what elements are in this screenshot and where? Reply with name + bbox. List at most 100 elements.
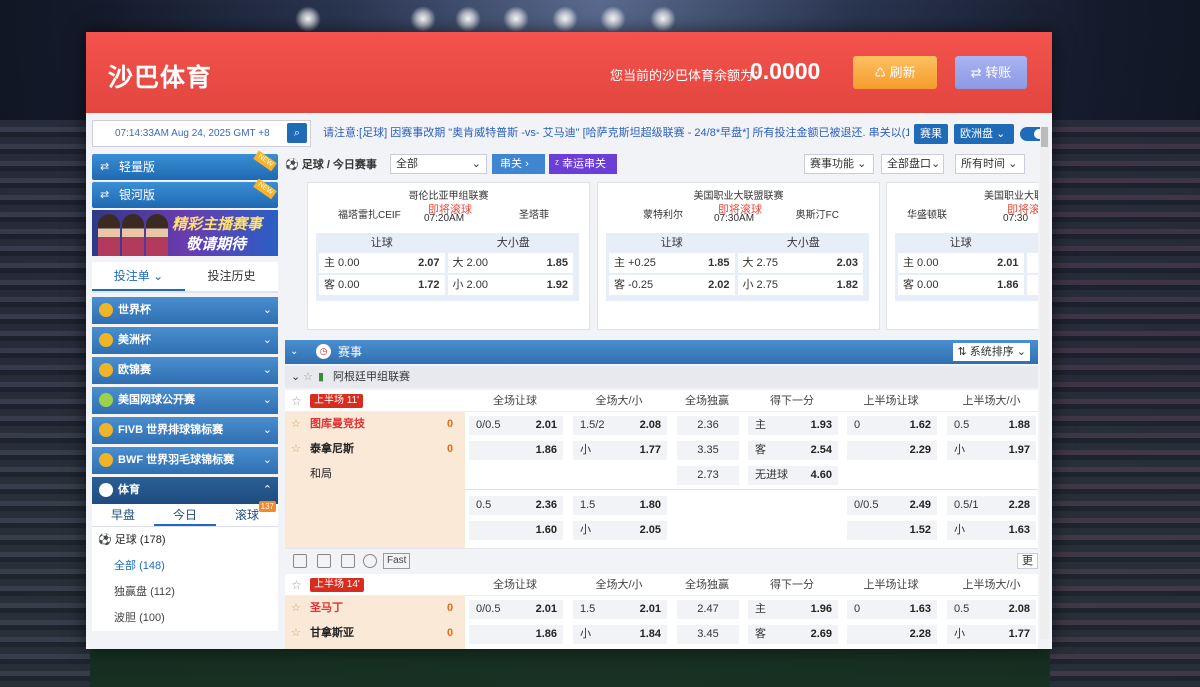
collapse-icon[interactable]: ⌄ (290, 340, 304, 364)
fast-market-button[interactable]: Fast (383, 553, 411, 569)
odds-cell[interactable]: 0.5 1.88 (947, 416, 1036, 435)
odds-cell[interactable]: 1.5 1.80 (573, 496, 667, 515)
stats-icon[interactable] (293, 554, 307, 568)
star-icon[interactable]: ☆ (291, 437, 301, 462)
odds-cell[interactable]: 小 1.63 (947, 521, 1036, 540)
odds-cell[interactable]: 主 1.96 (748, 600, 838, 619)
category-world-cup[interactable]: 世界杯 ⌄ (92, 297, 278, 324)
odds-cell[interactable]: 大 2.75 2.03 (737, 253, 863, 273)
odds-cell[interactable]: 主 1.93 (748, 416, 838, 435)
odds-cell[interactable]: 1.86 (469, 625, 563, 644)
category-us-open[interactable]: 美国网球公开赛 ⌄ (92, 387, 278, 414)
odds-cell[interactable]: 小 2.05 (573, 521, 667, 540)
sport-football[interactable]: ⚽ 足球 (178) (92, 527, 278, 553)
lite-version-button[interactable]: ⇄ 轻量版 NEW (92, 150, 278, 180)
odds-cell[interactable]: 2.28 (847, 625, 937, 644)
odds-cell[interactable]: 2.36 (677, 416, 739, 435)
tab-bet-history[interactable]: 投注历史 (185, 262, 278, 291)
lite-version-label: 轻量版 (119, 160, 156, 174)
chart-icon[interactable] (341, 554, 355, 568)
odds-cell[interactable]: 客 2.69 (748, 625, 838, 644)
category-fivb[interactable]: FIVB 世界排球锦标赛 ⌄ (92, 417, 278, 444)
scrollbar[interactable] (1040, 127, 1049, 639)
more-markets-button[interactable]: 更 (1017, 553, 1038, 569)
markets-select[interactable]: 全部盘口⌄ (881, 154, 944, 174)
refresh-button[interactable]: ♺ 刷新 (853, 56, 937, 89)
odds-cell[interactable]: 小 1.97 (947, 441, 1036, 460)
star-icon[interactable]: ☆ (291, 412, 301, 437)
odds-cell[interactable]: 1.5/2 2.08 (573, 416, 667, 435)
odds-cell[interactable]: 3.35 (677, 441, 739, 460)
match-card[interactable]: 美国职业大联 华盛顿联 即将滚 07:30 让球 主 0.00 2.01 客 0.… (886, 182, 1038, 330)
tab-betslip[interactable]: 投注单 ⌄ (92, 262, 185, 291)
category-bwf[interactable]: BWF 世界羽毛球锦标赛 ⌄ (92, 447, 278, 474)
odds-cell[interactable]: 0 1.62 (847, 416, 937, 435)
tab-today[interactable]: 今日 (154, 504, 216, 526)
odds-cell[interactable]: 客 0.00 1.86 (898, 275, 1024, 295)
odds-cell[interactable]: 0/0.5 2.01 (469, 600, 563, 619)
time-select[interactable]: 所有时间 ⌄ (955, 154, 1025, 174)
notice-marquee[interactable]: 请注意:[足球] 因赛事改期 "奥肯威特普斯 -vs- 艾马迪" [哈萨克斯坦超… (323, 120, 909, 147)
odds-cell[interactable]: 无进球 4.60 (748, 466, 838, 485)
tab-live[interactable]: 滚球 137 (216, 501, 278, 526)
odds-cell[interactable]: 客 2.54 (748, 441, 838, 460)
match-card[interactable]: 美国职业大联盟联赛 蒙特利尔 即将滚球 07:30AM 奥斯汀FC 让球 大小盘 … (597, 182, 880, 330)
odds-cell[interactable]: 小 1.84 (573, 625, 667, 644)
odds-cell[interactable]: 2.47 (677, 600, 739, 619)
galaxy-version-button[interactable]: ⇄ 银河版 NEW (92, 178, 278, 208)
tab-early[interactable]: 早盘 (92, 504, 154, 526)
odds-cell[interactable]: 0.5 2.36 (469, 496, 563, 515)
odds-cell[interactable]: 1.5 2.01 (573, 600, 667, 619)
filter-select[interactable]: 全部 ⌄ (390, 154, 487, 174)
odds-cell[interactable]: 1.86 (469, 441, 563, 460)
lucky-parlay-button[interactable]: ᶻ 幸运串关 (549, 154, 617, 174)
star-icon[interactable]: ☆ (303, 366, 313, 388)
category-sports[interactable]: 体育 ⌃ (92, 477, 278, 504)
parlay-button[interactable]: 串关 › (492, 154, 545, 174)
card-home-team: 华盛顿联 (907, 210, 947, 221)
market-item[interactable]: 全部 (148) (92, 553, 278, 579)
odds-cell[interactable]: 3.45 (677, 625, 739, 644)
odds-cell[interactable]: 主 0.00 2.01 (898, 253, 1024, 273)
market-item[interactable]: 独赢盘 (112) (92, 579, 278, 605)
timer-icon[interactable] (363, 554, 377, 568)
match-card[interactable]: 哥伦比亚甲组联赛 福塔雷扎CEIF 即将滚球 07:20AM 圣塔菲 让球 大小盘… (307, 182, 590, 330)
odds-cell[interactable]: 主 +0.25 1.85 (609, 253, 735, 273)
odds-cell[interactable]: 0.5 2.08 (947, 600, 1036, 619)
odds-cell[interactable]: 主 0.00 2.07 (319, 253, 445, 273)
star-icon[interactable]: ☆ (291, 621, 301, 646)
odds-cell[interactable]: 小 2.75 1.82 (737, 275, 863, 295)
odds-cell[interactable]: 0.5/1 2.28 (947, 496, 1036, 515)
odds-cell[interactable]: 小 1.77 (573, 441, 667, 460)
odds-cell[interactable]: 客 -0.25 2.02 (609, 275, 735, 295)
sort-select[interactable]: ⇅ 系统排序 ⌄ (953, 343, 1030, 361)
odds-cell[interactable]: 客 0.00 1.72 (319, 275, 445, 295)
category-euro[interactable]: 欧锦赛 ⌄ (92, 357, 278, 384)
transfer-button[interactable]: ⇄ 转账 (955, 56, 1027, 89)
list-icon[interactable] (317, 554, 331, 568)
odds-cell[interactable]: 0/0.5 2.49 (847, 496, 937, 515)
search-button[interactable]: ⌕ (287, 123, 307, 143)
league-row[interactable]: ⌄ ☆ ▮ 阿根廷甲组联赛 (285, 366, 1038, 388)
streamer-banner[interactable]: 精彩主播赛事 敬请期待 (92, 210, 278, 256)
features-select[interactable]: 赛事功能 ⌄ (804, 154, 874, 174)
odds-cell[interactable] (1026, 275, 1038, 295)
odds-cell[interactable]: 2.73 (677, 466, 739, 485)
odds-type-select[interactable]: 欧洲盘 ⌄ (954, 124, 1014, 144)
star-icon[interactable]: ☆ (291, 390, 302, 412)
results-button[interactable]: 赛果 (914, 124, 948, 144)
odds-cell[interactable] (1026, 253, 1038, 273)
odds-cell[interactable]: 小 2.00 1.92 (447, 275, 573, 295)
market-item[interactable]: 波胆 (100) (92, 605, 278, 631)
star-icon[interactable]: ☆ (291, 596, 301, 621)
category-label: 世界杯 (118, 304, 151, 316)
star-icon[interactable]: ☆ (291, 574, 302, 596)
odds-cell[interactable]: 1.52 (847, 521, 937, 540)
odds-cell[interactable]: 1.60 (469, 521, 563, 540)
odds-cell[interactable]: 2.29 (847, 441, 937, 460)
category-copa-america[interactable]: 美洲杯 ⌄ (92, 327, 278, 354)
odds-cell[interactable]: 0/0.5 2.01 (469, 416, 563, 435)
odds-cell[interactable]: 大 2.00 1.85 (447, 253, 573, 273)
odds-cell[interactable]: 0 1.63 (847, 600, 937, 619)
odds-cell[interactable]: 小 1.77 (947, 625, 1036, 644)
